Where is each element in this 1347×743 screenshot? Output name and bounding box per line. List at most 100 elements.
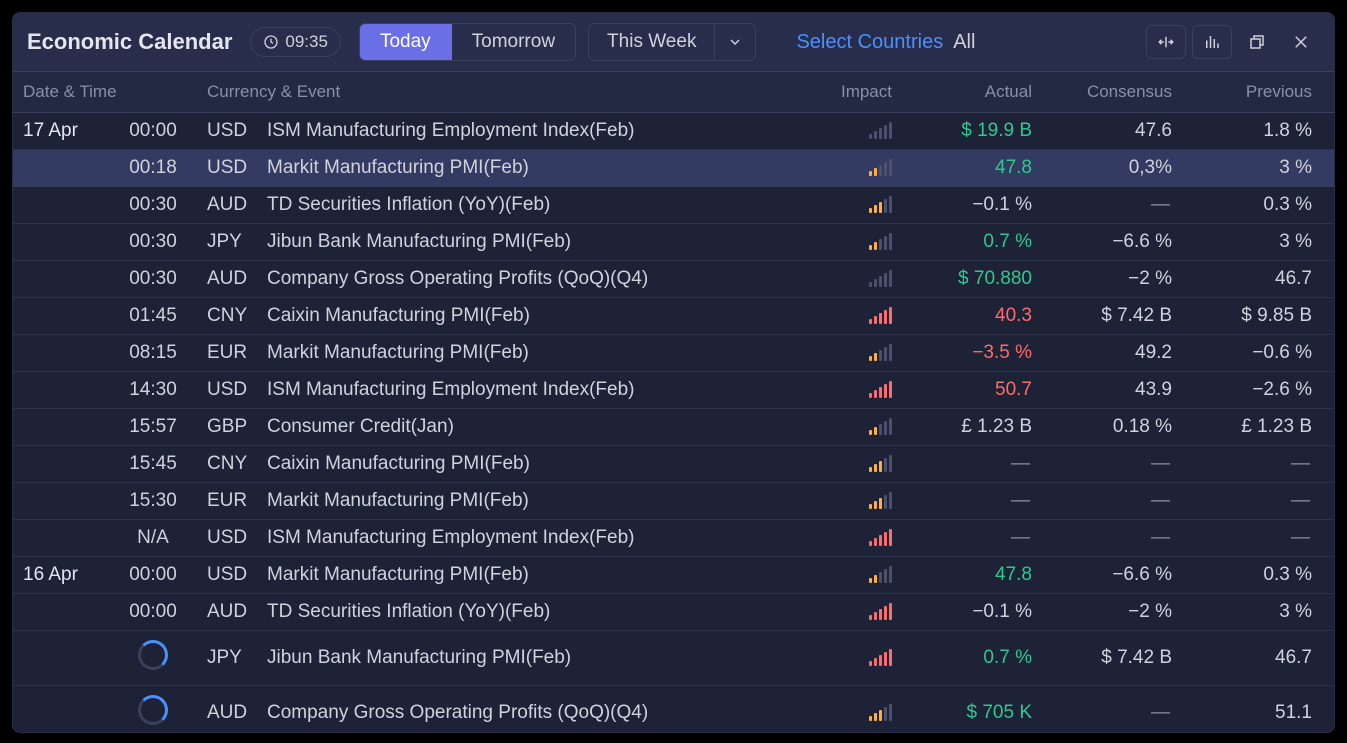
row-currency: GBP <box>207 416 267 438</box>
chevron-down-icon <box>729 36 741 48</box>
popout-button[interactable] <box>1238 26 1276 58</box>
row-currency: JPY <box>207 647 267 669</box>
toolbar: Economic Calendar 09:35 Today Tomorrow T… <box>13 13 1334 72</box>
country-filter-value: All <box>953 31 975 54</box>
row-actual: 0.7 % <box>892 647 1032 669</box>
row-previous: 0.3 % <box>1172 564 1312 586</box>
row-previous: 46.7 <box>1172 268 1312 290</box>
row-time: 00:00 <box>99 564 207 586</box>
table-row[interactable]: 00:30AUDCompany Gross Operating Profits … <box>13 261 1334 298</box>
row-event: Company Gross Operating Profits (QoQ)(Q4… <box>267 702 812 724</box>
row-impact <box>812 197 892 213</box>
row-currency: AUD <box>207 702 267 724</box>
row-currency: CNY <box>207 453 267 475</box>
row-event: Caixin Manufacturing PMI(Feb) <box>267 453 812 475</box>
table-row[interactable]: 15:30EURMarkit Manufacturing PMI(Feb)——— <box>13 483 1334 520</box>
columns-button[interactable] <box>1192 25 1232 59</box>
tab-today[interactable]: Today <box>360 24 452 60</box>
row-consensus: 0,3% <box>1032 157 1172 179</box>
row-currency: USD <box>207 527 267 549</box>
impact-bars <box>869 567 892 583</box>
row-previous: 51.1 <box>1172 702 1312 724</box>
close-button[interactable] <box>1282 26 1320 58</box>
table-row[interactable]: JPYJibun Bank Manufacturing PMI(Feb)0.7 … <box>13 631 1334 686</box>
impact-bars <box>869 604 892 620</box>
row-impact <box>812 456 892 472</box>
table-body[interactable]: 17 Apr00:00USDISM Manufacturing Employme… <box>13 113 1334 732</box>
row-previous: 1.8 % <box>1172 120 1312 142</box>
table-row[interactable]: 08:15EURMarkit Manufacturing PMI(Feb)−3.… <box>13 335 1334 372</box>
table-row[interactable]: AUDCompany Gross Operating Profits (QoQ)… <box>13 686 1334 732</box>
row-actual: −3.5 % <box>892 342 1032 364</box>
width-toggle-button[interactable] <box>1146 25 1186 59</box>
table-row[interactable]: 14:30USDISM Manufacturing Employment Ind… <box>13 372 1334 409</box>
table-row[interactable]: 00:00AUDTD Securities Inflation (YoY)(Fe… <box>13 594 1334 631</box>
impact-bars <box>869 308 892 324</box>
row-impact <box>812 604 892 620</box>
table-row[interactable]: 17 Apr00:00USDISM Manufacturing Employme… <box>13 113 1334 150</box>
row-currency: EUR <box>207 490 267 512</box>
row-time: 00:30 <box>99 231 207 253</box>
toolbar-icons <box>1146 25 1320 59</box>
row-actual: 40.3 <box>892 305 1032 327</box>
row-impact <box>812 160 892 176</box>
row-time: 15:30 <box>99 490 207 512</box>
range-tabs: Today Tomorrow <box>359 23 576 61</box>
row-currency: AUD <box>207 194 267 216</box>
popout-icon <box>1248 33 1266 51</box>
table-row[interactable]: 16 Apr00:00USDMarkit Manufacturing PMI(F… <box>13 557 1334 594</box>
row-previous: 3 % <box>1172 157 1312 179</box>
select-countries-link[interactable]: Select Countries <box>796 31 943 54</box>
row-time: 01:45 <box>99 305 207 327</box>
row-event: Markit Manufacturing PMI(Feb) <box>267 342 812 364</box>
row-time: 08:15 <box>99 342 207 364</box>
row-previous: £ 1.23 B <box>1172 416 1312 438</box>
impact-bars <box>869 123 892 139</box>
table-row[interactable]: 15:57GBPConsumer Credit(Jan)£ 1.23 B0.18… <box>13 409 1334 446</box>
impact-bars <box>869 456 892 472</box>
row-time: 00:00 <box>99 120 207 142</box>
col-actual: Actual <box>892 82 1032 102</box>
tab-tomorrow[interactable]: Tomorrow <box>452 24 575 60</box>
row-actual: −0.1 % <box>892 194 1032 216</box>
row-consensus: 49.2 <box>1032 342 1172 364</box>
row-event: Markit Manufacturing PMI(Feb) <box>267 490 812 512</box>
row-event: TD Securities Inflation (YoY)(Feb) <box>267 194 812 216</box>
row-time: N/A <box>99 527 207 549</box>
row-actual: 0.7 % <box>892 231 1032 253</box>
row-consensus: 47.6 <box>1032 120 1172 142</box>
table-row[interactable]: 00:18USDMarkit Manufacturing PMI(Feb)47.… <box>13 150 1334 187</box>
country-filter: Select Countries All <box>796 31 975 54</box>
row-consensus: — <box>1032 702 1172 724</box>
row-event: ISM Manufacturing Employment Index(Feb) <box>267 527 812 549</box>
row-actual: $ 19.9 B <box>892 120 1032 142</box>
row-currency: USD <box>207 379 267 401</box>
row-impact <box>812 308 892 324</box>
clock: 09:35 <box>250 27 341 57</box>
row-consensus: −2 % <box>1032 601 1172 623</box>
impact-bars <box>869 382 892 398</box>
row-actual: 47.8 <box>892 564 1032 586</box>
row-consensus: −2 % <box>1032 268 1172 290</box>
row-actual: 47.8 <box>892 157 1032 179</box>
table-row[interactable]: 00:30JPYJibun Bank Manufacturing PMI(Feb… <box>13 224 1334 261</box>
row-event: Jibun Bank Manufacturing PMI(Feb) <box>267 231 812 253</box>
impact-bars <box>869 345 892 361</box>
row-actual: $ 70.880 <box>892 268 1032 290</box>
row-currency: AUD <box>207 601 267 623</box>
table-row[interactable]: 01:45CNYCaixin Manufacturing PMI(Feb)40.… <box>13 298 1334 335</box>
row-impact <box>812 123 892 139</box>
table-row[interactable]: 00:30AUDTD Securities Inflation (YoY)(Fe… <box>13 187 1334 224</box>
impact-bars <box>869 160 892 176</box>
impact-bars <box>869 419 892 435</box>
row-actual: 50.7 <box>892 379 1032 401</box>
this-week-button[interactable]: This Week <box>589 24 715 60</box>
spinner-icon <box>138 695 168 725</box>
col-currency-event: Currency & Event <box>207 82 812 102</box>
table-row[interactable]: 15:45CNYCaixin Manufacturing PMI(Feb)——— <box>13 446 1334 483</box>
row-consensus: — <box>1032 453 1172 475</box>
row-previous: — <box>1172 453 1312 475</box>
table-row[interactable]: N/AUSDISM Manufacturing Employment Index… <box>13 520 1334 557</box>
row-actual: — <box>892 527 1032 549</box>
this-week-dropdown[interactable] <box>715 25 755 60</box>
